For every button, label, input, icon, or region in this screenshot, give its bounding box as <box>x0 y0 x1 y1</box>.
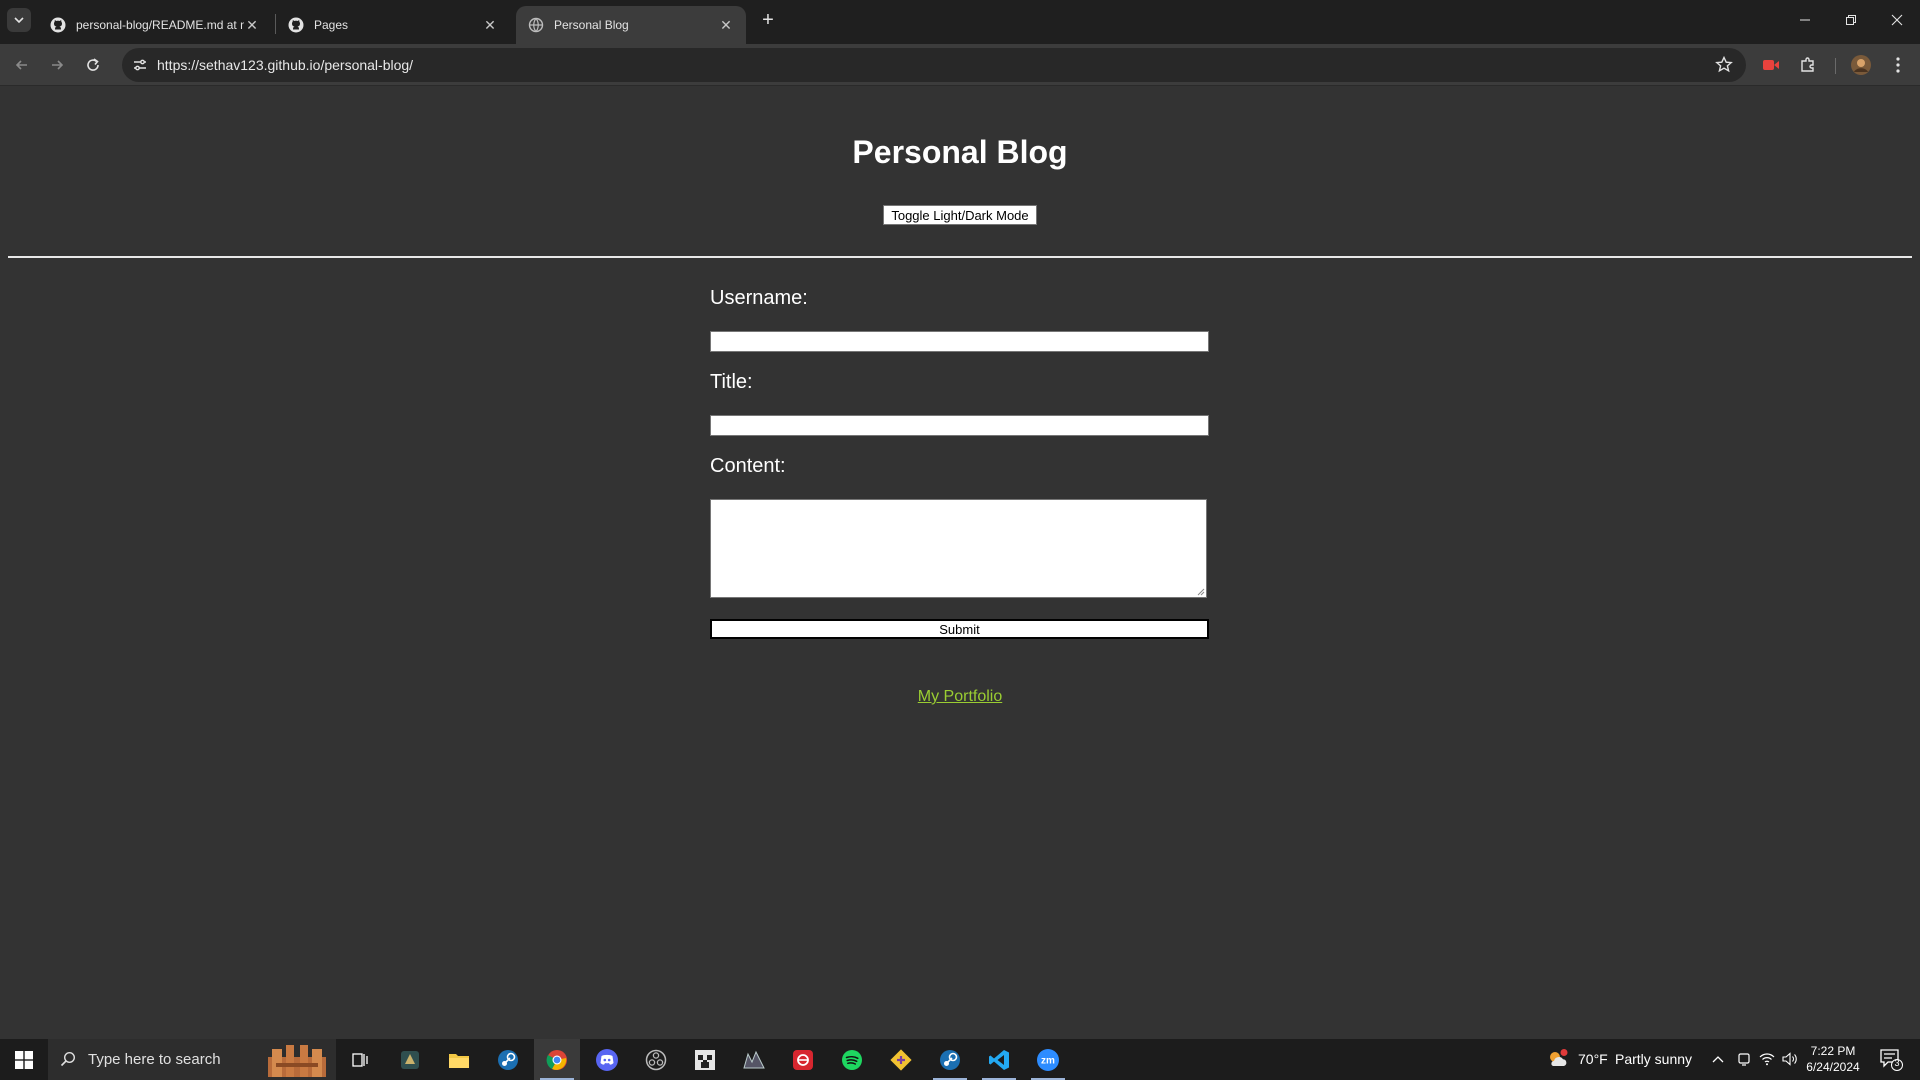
username-label: Username: <box>710 287 808 309</box>
taskbar-minecraft[interactable] <box>682 1039 728 1080</box>
github-icon <box>50 17 66 33</box>
taskbar-obs[interactable] <box>633 1039 679 1080</box>
show-hidden-icons-chevron-icon[interactable] <box>1709 1050 1727 1068</box>
portfolio-link-wrapper: My Portfolio <box>0 688 1920 706</box>
bookmark-star-icon[interactable] <box>1714 55 1734 75</box>
site-info-icon[interactable] <box>128 53 152 77</box>
search-icon <box>60 1051 76 1067</box>
globe-icon <box>528 17 544 33</box>
taskbar-app-dark[interactable] <box>731 1039 777 1080</box>
steam-icon <box>940 1049 960 1070</box>
page-viewport: Personal Blog Toggle Light/Dark Mode Use… <box>0 87 1920 1039</box>
profile-avatar-icon[interactable] <box>1851 55 1871 75</box>
red-app-icon <box>793 1049 813 1070</box>
tab-search-button[interactable] <box>7 8 31 32</box>
network-icon[interactable] <box>1758 1050 1776 1068</box>
tab-personal-blog[interactable]: Personal Blog ✕ <box>516 6 746 44</box>
title-label: Title: <box>710 371 753 393</box>
new-tab-button[interactable]: + <box>756 8 780 32</box>
weather-condition[interactable]: Partly sunny <box>1615 1051 1692 1067</box>
portfolio-link[interactable]: My Portfolio <box>918 688 1002 705</box>
back-button[interactable] <box>8 51 36 79</box>
taskbar-discord[interactable] <box>584 1039 630 1080</box>
task-view-button[interactable] <box>337 1039 383 1080</box>
username-input[interactable] <box>710 331 1209 352</box>
tab-readme[interactable]: personal-blog/README.md at m ✕ <box>38 6 272 44</box>
taskbar-zoom[interactable]: zm <box>1025 1039 1071 1080</box>
volume-icon[interactable] <box>1781 1050 1799 1068</box>
title-input[interactable] <box>710 415 1209 436</box>
clock-date: 6/24/2024 <box>1806 1060 1860 1074</box>
search-placeholder: Type here to search <box>88 1051 221 1068</box>
arrow-left-icon <box>15 60 27 70</box>
obs-icon <box>645 1049 667 1070</box>
taskbar-git[interactable] <box>878 1039 924 1080</box>
tab-pages[interactable]: Pages ✕ <box>276 6 510 44</box>
weather-icon[interactable] <box>1547 1048 1569 1070</box>
close-window-icon[interactable] <box>1874 0 1920 40</box>
content-label: Content: <box>710 455 786 477</box>
browser-menu-icon[interactable] <box>1888 55 1908 75</box>
url-text[interactable]: https://sethav123.github.io/personal-blo… <box>157 57 413 73</box>
taskbar-app-game[interactable] <box>387 1039 433 1080</box>
notification-center-icon[interactable]: 3 <box>1879 1047 1903 1071</box>
browser-tab-bar: personal-blog/README.md at m ✕ Pages ✕ P… <box>0 0 1920 44</box>
minimize-icon[interactable] <box>1782 0 1828 40</box>
steam-icon <box>498 1049 518 1070</box>
chevron-down-icon <box>14 17 24 24</box>
taskbar-spotify[interactable] <box>829 1039 875 1080</box>
address-bar[interactable]: https://sethav123.github.io/personal-blo… <box>122 48 1746 82</box>
close-tab-icon[interactable]: ✕ <box>244 17 260 33</box>
tab-title: personal-blog/README.md at m <box>76 18 244 32</box>
task-view-icon <box>352 1052 368 1067</box>
vscode-icon <box>989 1049 1009 1070</box>
taskbar-file-explorer[interactable] <box>436 1039 482 1080</box>
extension-record-icon[interactable] <box>1761 55 1781 75</box>
close-tab-icon[interactable]: ✕ <box>718 17 734 33</box>
game-app-icon <box>401 1050 419 1069</box>
start-button[interactable] <box>0 1039 48 1080</box>
reload-icon <box>87 58 99 71</box>
windows-logo-icon <box>15 1050 33 1069</box>
chrome-icon <box>546 1049 567 1070</box>
taskbar-steam-2[interactable] <box>927 1039 973 1080</box>
taskbar-search[interactable]: Type here to search <box>48 1039 336 1080</box>
github-icon <box>288 17 304 33</box>
meet-now-icon[interactable] <box>1735 1050 1753 1068</box>
clock-time: 7:22 PM <box>1810 1044 1856 1058</box>
taskbar-app-red[interactable] <box>780 1039 826 1080</box>
extensions-icon[interactable] <box>1798 55 1818 75</box>
minecraft-icon <box>695 1049 715 1070</box>
forward-button[interactable] <box>43 51 71 79</box>
taskbar-vscode[interactable] <box>976 1039 1022 1080</box>
notification-count: 3 <box>1894 1058 1900 1068</box>
resize-grip-icon[interactable] <box>1197 588 1205 596</box>
tab-title: Personal Blog <box>554 18 629 32</box>
tab-title: Pages <box>314 18 349 32</box>
content-textarea[interactable] <box>710 499 1207 598</box>
toolbar-divider <box>1835 58 1836 74</box>
windows-taskbar: Type here to search zm 70°F Partly sunny… <box>0 1039 1920 1080</box>
browser-toolbar: https://sethav123.github.io/personal-blo… <box>0 44 1920 86</box>
git-icon <box>890 1048 912 1071</box>
restore-icon[interactable] <box>1828 0 1874 40</box>
taskbar-chrome[interactable] <box>534 1039 580 1080</box>
taskbar-clock[interactable]: 7:22 PM 6/24/2024 <box>1805 1043 1861 1075</box>
reload-button[interactable] <box>79 51 107 79</box>
header-divider <box>8 256 1912 258</box>
arrow-right-icon <box>52 60 64 70</box>
game-launcher-icon <box>743 1050 765 1068</box>
spotify-icon <box>842 1049 862 1070</box>
zoom-icon: zm <box>1037 1048 1059 1071</box>
taskbar-steam[interactable] <box>485 1039 531 1080</box>
toggle-theme-button[interactable]: Toggle Light/Dark Mode <box>883 205 1037 225</box>
file-explorer-icon <box>449 1053 469 1068</box>
submit-button[interactable]: Submit <box>710 619 1209 639</box>
svg-text:zm: zm <box>1041 1055 1055 1066</box>
page-title: Personal Blog <box>852 134 1068 170</box>
weather-temp[interactable]: 70°F <box>1578 1051 1608 1067</box>
search-highlight-illustration <box>268 1045 326 1077</box>
close-tab-icon[interactable]: ✕ <box>482 17 498 33</box>
discord-icon <box>596 1048 618 1071</box>
